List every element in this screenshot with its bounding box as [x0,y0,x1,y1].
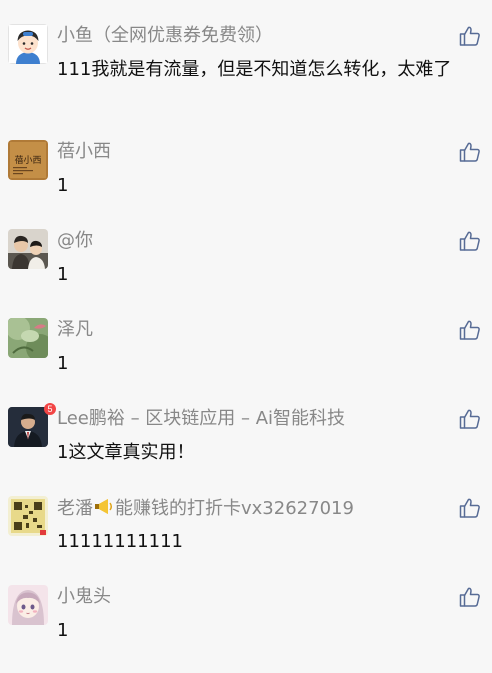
thumbs-up-icon[interactable] [458,496,482,520]
comment-text: 1 [57,264,69,285]
commenter-name-prefix: 老潘 [57,498,93,519]
thumbs-up-icon[interactable] [458,318,482,342]
avatar[interactable] [8,318,48,358]
commenter-name[interactable]: 老潘 能赚钱的打折卡vx32627019 [57,496,354,523]
comment-item: 老潘 能赚钱的打折卡vx32627019 11111111111 [0,496,492,584]
commenter-name[interactable]: 小鬼头 [57,585,111,609]
comment-item: 泽凡 1 [0,318,492,406]
megaphone-icon [93,496,115,523]
thumbs-up-icon[interactable] [458,229,482,253]
commenter-name[interactable]: 蓓小西 [57,140,111,164]
comment-text: 11111111111 [57,531,183,552]
thumbs-up-icon[interactable] [458,407,482,431]
comment-text: 1 [57,353,69,374]
avatar[interactable] [8,229,48,269]
comment-item: 小鬼头 1 [0,585,492,673]
avatar[interactable] [8,496,48,536]
comment-item: 5 Lee鹏裕 – 区块链应用 – Ai智能科技 1这文章真实用！ [0,403,492,495]
comment-item: 蓓小西 蓓小西 1 [0,140,492,228]
commenter-name-suffix: 能赚钱的打折卡vx32627019 [115,498,354,519]
svg-text:蓓小西: 蓓小西 [14,154,41,166]
commenter-name[interactable]: 泽凡 [57,318,93,342]
comment-text: 111我就是有流量，但是不知道怎么转化，太难了 [57,59,452,80]
thumbs-up-icon[interactable] [458,585,482,609]
comment-list: 小鱼（全网优惠券免费领） 111我就是有流量，但是不知道怎么转化，太难了 蓓小西… [0,0,492,652]
avatar[interactable] [8,24,48,64]
comment-text: 1 [57,175,69,196]
commenter-name[interactable]: @你 [57,229,93,253]
comment-item: @你 1 [0,229,492,317]
comment-text: 1 [57,620,69,641]
notification-badge: 5 [44,403,56,415]
thumbs-up-icon[interactable] [458,140,482,164]
avatar[interactable]: 5 [8,403,56,447]
avatar[interactable] [8,585,48,625]
avatar[interactable]: 蓓小西 [8,140,48,180]
commenter-name[interactable]: Lee鹏裕 – 区块链应用 – Ai智能科技 [57,407,345,431]
comment-item: 小鱼（全网优惠券免费领） 111我就是有流量，但是不知道怎么转化，太难了 [0,24,492,112]
comment-text: 1这文章真实用！ [57,442,195,463]
commenter-name[interactable]: 小鱼（全网优惠券免费领） [57,24,273,48]
thumbs-up-icon[interactable] [458,24,482,48]
